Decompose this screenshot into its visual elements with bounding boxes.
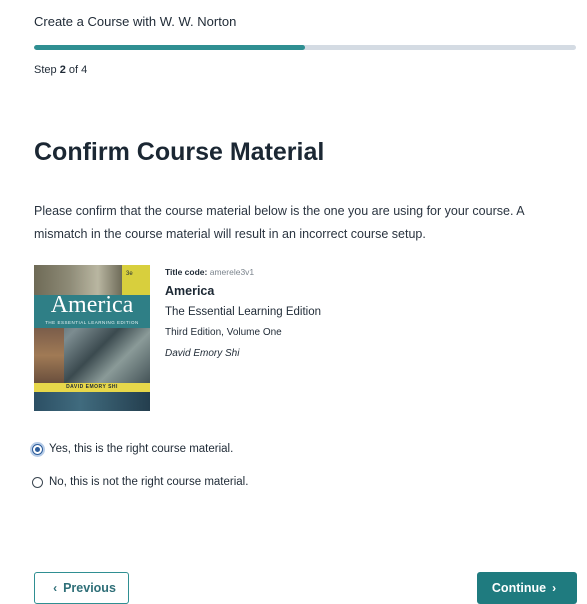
step-prefix: Step [34,64,60,76]
cover-edition-badge [122,265,150,295]
progress-bar [34,45,576,50]
book-edition: Third Edition, Volume One [165,327,282,338]
chevron-left-icon: ‹ [53,581,58,595]
radio-selected-dot [35,446,40,452]
book-title: America [165,284,215,298]
previous-button[interactable]: ‹ Previous [34,572,129,604]
previous-button-label: Previous [63,581,116,595]
book-author: David Emory Shi [165,348,240,359]
cover-subtitle: THE ESSENTIAL LEARNING EDITION [45,320,139,325]
cover-author: DAVID EMORY SHI [66,384,118,390]
continue-button[interactable]: Continue › [477,572,577,604]
option-no-label: No, this is not the right course materia… [49,476,249,488]
radio-yes[interactable] [32,443,43,455]
book-details: Title code: amerele3v1 America The Essen… [165,267,321,359]
step-suffix: of 4 [65,64,88,76]
cover-bottom-band [34,392,150,411]
book-cover-image: 3e America THE ESSENTIAL LEARNING EDITIO… [34,265,150,411]
cover-photo-left [34,328,64,383]
cover-edition-text: 3e [126,271,133,277]
instructions-text: Please confirm that the course material … [34,204,524,241]
radio-no[interactable] [32,476,43,488]
progress-bar-fill [34,45,305,50]
cover-title: America [50,292,134,318]
book-subtitle: The Essential Learning Edition [165,306,321,318]
title-code-value: amerele3v1 [209,267,255,277]
option-yes-label: Yes, this is the right course material. [49,443,234,455]
page-title: Confirm Course Material [34,138,325,166]
step-indicator: Step 2 of 4 [34,64,87,76]
chevron-right-icon: › [552,581,557,595]
continue-button-label: Continue [491,581,547,595]
title-code: Title code: amerele3v1 [165,267,321,277]
title-code-label: Title code: [165,267,208,277]
option-yes[interactable]: Yes, this is the right course material. [32,443,233,455]
option-no[interactable]: No, this is not the right course materia… [32,476,248,488]
wizard-title: Create a Course with W. W. Norton [34,14,237,29]
